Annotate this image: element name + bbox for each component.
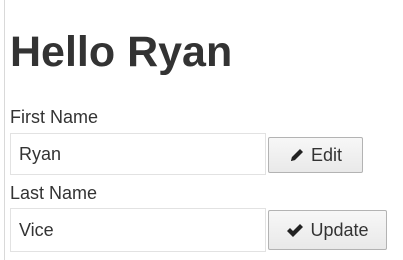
page-title: Hello Ryan bbox=[10, 28, 233, 76]
first-name-field[interactable] bbox=[10, 133, 266, 175]
left-border bbox=[4, 0, 5, 260]
first-name-label: First Name bbox=[10, 107, 99, 127]
last-name-label: Last Name bbox=[10, 183, 98, 203]
update-button[interactable]: Update bbox=[268, 210, 387, 250]
last-name-field[interactable] bbox=[10, 208, 266, 252]
pencil-icon bbox=[289, 147, 305, 163]
update-button-label: Update bbox=[310, 219, 369, 240]
page: Hello Ryan First Name Edit Last Name Upd… bbox=[0, 0, 403, 260]
checkmark-icon bbox=[286, 222, 304, 238]
edit-button[interactable]: Edit bbox=[268, 137, 363, 173]
edit-button-label: Edit bbox=[310, 144, 343, 165]
